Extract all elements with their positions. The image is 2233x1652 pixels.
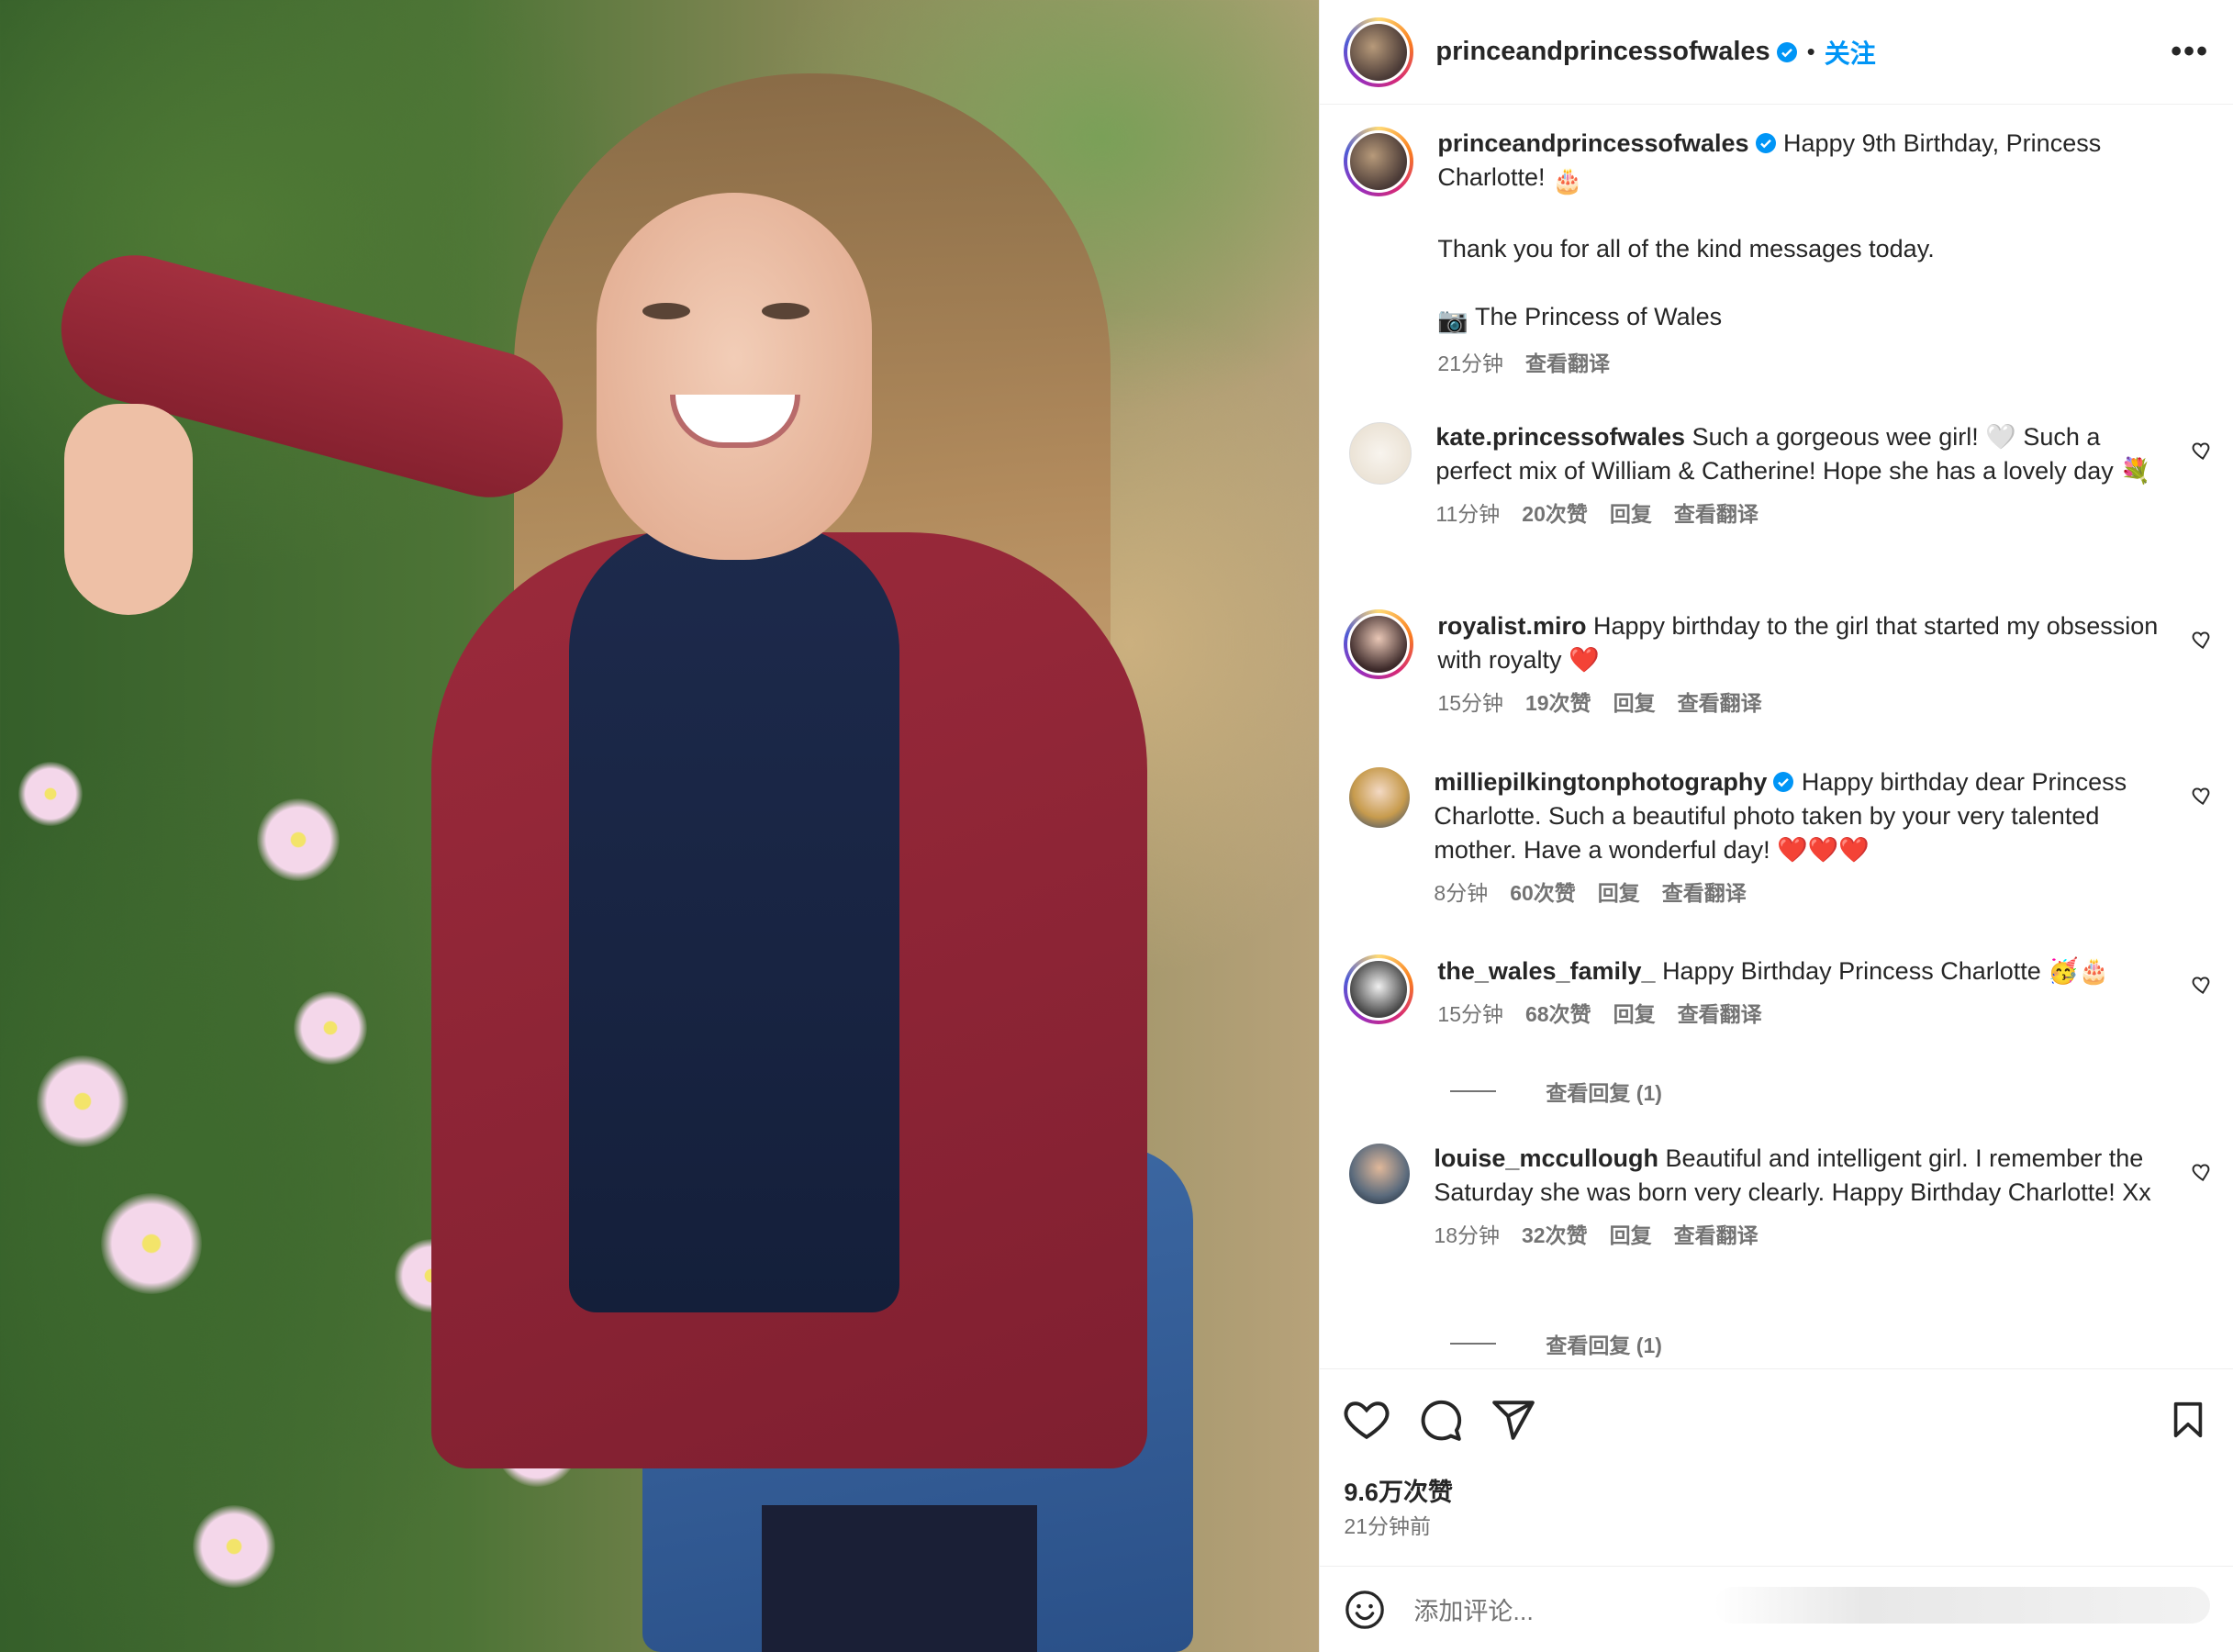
comment-icon[interactable] [1417,1397,1463,1443]
input-blur-overlay [1714,1587,2211,1624]
caption-time[interactable]: 21分钟 [1437,347,1503,381]
commenter-avatar[interactable] [1349,767,1411,828]
comment-time[interactable]: 15分钟 [1437,686,1503,720]
commenter-avatar[interactable] [1344,609,1414,679]
navy-sweater [569,523,899,1312]
comment-time[interactable]: 15分钟 [1437,998,1503,1032]
comment-username[interactable]: the_wales_family_ [1437,957,1655,985]
eye [762,303,809,319]
author-username[interactable]: princeandprincessofwales [1435,37,1770,67]
post-actions: 9.6万次赞 21分钟前 [1320,1368,2233,1567]
reply-button[interactable]: 回复 [1610,497,1652,531]
replies-divider [1450,1090,1497,1092]
comment-username[interactable]: milliepilkingtonphotography [1434,768,1767,796]
comment-likes[interactable]: 68次赞 [1525,998,1591,1032]
translate-link[interactable]: 查看翻译 [1525,347,1610,381]
comment-likes[interactable]: 32次赞 [1522,1219,1588,1253]
like-count[interactable]: 9.6万次赞 [1344,1472,1453,1508]
author-avatar[interactable] [1344,17,1414,87]
bookmark-icon[interactable] [2167,1397,2209,1443]
separator-dot: • [1806,38,1815,65]
reply-button[interactable]: 回复 [1610,1219,1652,1253]
face [597,193,872,560]
translate-link[interactable]: 查看翻译 [1678,686,1762,720]
post-panel: princeandprincessofwales • 关注 ••• prince… [1319,0,2233,1652]
flower [18,762,83,826]
view-replies-label: 查看回复 (1) [1546,1334,1662,1357]
replies-divider [1450,1343,1497,1345]
commenter-avatar[interactable] [1349,422,1412,485]
like-comment-heart-icon[interactable] [2189,973,2213,997]
action-bar [1344,1397,2209,1443]
eye [642,303,690,319]
flower [101,1193,202,1294]
comment-username[interactable]: kate.princessofwales [1435,423,1685,451]
author-avatar[interactable] [1344,127,1414,196]
reply-button[interactable]: 回复 [1613,998,1656,1032]
reply-button[interactable]: 回复 [1598,876,1640,910]
flower [37,1055,128,1147]
comment: royalist.miro Happy birthday to the girl… [1344,609,2233,720]
comment-likes[interactable]: 20次赞 [1522,497,1588,531]
like-comment-heart-icon[interactable] [2189,628,2213,652]
comment-text: Happy Birthday Princess Charlotte 🥳🎂 [1662,957,2110,985]
caption-line-3: The Princess of Wales [1475,303,1723,330]
comment-username[interactable]: louise_mccullough [1434,1144,1658,1172]
comment-username[interactable]: royalist.miro [1437,612,1586,640]
add-comment-input[interactable]: 添加评论... [1413,1591,1534,1627]
post-photo[interactable] [0,0,1320,1652]
verified-badge-icon [1776,41,1797,62]
translate-link[interactable]: 查看翻译 [1674,497,1758,531]
hand [64,404,193,615]
comment-time[interactable]: 8分钟 [1434,876,1488,910]
translate-link[interactable]: 查看翻译 [1662,876,1747,910]
comments-list[interactable]: princeandprincessofwales Happy 9th Birth… [1320,105,2233,1368]
camera-emoji: 📷 [1437,307,1469,334]
commenter-avatar[interactable] [1349,1144,1411,1204]
more-icon[interactable]: ••• [2171,34,2209,70]
smile-icon[interactable] [1344,1589,1386,1631]
comment-time[interactable]: 18分钟 [1434,1219,1500,1253]
comment-time[interactable]: 11分钟 [1435,497,1500,531]
reply-button[interactable]: 回复 [1613,686,1656,720]
view-replies-button[interactable]: 查看回复 (1) [1450,1076,1662,1107]
post-header: princeandprincessofwales • 关注 ••• [1320,0,2233,105]
legs [762,1505,1037,1652]
heart-icon[interactable] [1344,1397,1390,1443]
follow-button[interactable]: 关注 [1825,34,1876,71]
like-comment-heart-icon[interactable] [2189,439,2213,463]
like-comment-heart-icon[interactable] [2189,1160,2213,1184]
comment: milliepilkingtonphotography Happy birthd… [1344,765,2233,910]
comment: louise_mccullough Beautiful and intellig… [1344,1142,2233,1253]
post-time: 21分钟前 [1344,1514,1431,1538]
flower [294,991,367,1065]
commenter-avatar[interactable] [1344,954,1414,1024]
caption-line-2: Thank you for all of the kind messages t… [1437,235,1935,262]
share-icon[interactable] [1491,1397,1536,1443]
like-comment-heart-icon[interactable] [2189,784,2213,808]
flower [193,1505,275,1588]
comment: kate.princessofwales Such a gorgeous wee… [1344,420,2233,531]
comment: the_wales_family_ Happy Birthday Princes… [1344,954,2233,1032]
view-replies-label: 查看回复 (1) [1546,1081,1662,1105]
verified-badge-icon [1773,772,1794,792]
add-comment-bar: 添加评论... [1320,1566,2233,1652]
translate-link[interactable]: 查看翻译 [1674,1219,1758,1253]
caption-username[interactable]: princeandprincessofwales [1437,129,1748,157]
post-viewer: princeandprincessofwales • 关注 ••• prince… [0,0,2233,1652]
cake-emoji: 🎂 [1551,167,1583,195]
comment-likes[interactable]: 19次赞 [1525,686,1591,720]
flower [257,798,340,881]
view-replies-button[interactable]: 查看回复 (1) [1450,1328,1662,1359]
translate-link[interactable]: 查看翻译 [1678,998,1762,1032]
verified-badge-icon [1755,133,1776,153]
comment-likes[interactable]: 60次赞 [1510,876,1576,910]
caption: princeandprincessofwales Happy 9th Birth… [1344,127,2233,381]
